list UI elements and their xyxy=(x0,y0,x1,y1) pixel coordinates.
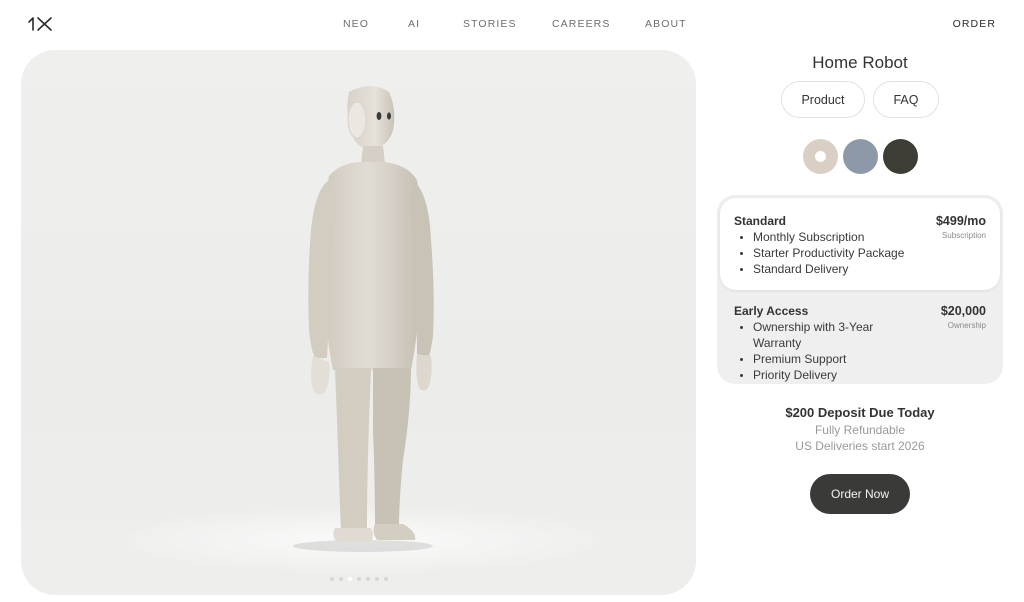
carousel-dot[interactable] xyxy=(374,577,379,581)
selected-indicator-icon xyxy=(814,151,826,162)
plan-option-standard[interactable]: Standard Monthly Subscription Starter Pr… xyxy=(720,198,1000,290)
plan-option-early-access[interactable]: Early Access Ownership with 3-Year Warra… xyxy=(720,290,1000,383)
list-item: Standard Delivery xyxy=(734,261,916,277)
tab-product[interactable]: Product xyxy=(781,81,865,118)
tab-faq[interactable]: FAQ xyxy=(873,81,939,118)
product-tabs: Product FAQ xyxy=(717,81,1003,118)
list-item: Starter Productivity Package xyxy=(734,245,916,261)
nav-link-neo[interactable]: NEO xyxy=(343,18,369,30)
plan-price: $499/mo xyxy=(935,214,986,228)
nav-link-about[interactable]: ABOUT xyxy=(645,18,687,30)
plan-name: Early Access xyxy=(734,304,809,318)
nav-link-stories[interactable]: STORIES xyxy=(463,18,517,30)
list-item: Monthly Subscription xyxy=(734,229,916,245)
carousel-dot[interactable] xyxy=(383,577,388,581)
delivery-note: US Deliveries start 2026 xyxy=(795,439,925,453)
color-swatch-blue-grey[interactable] xyxy=(842,139,878,174)
plan-type: Subscription xyxy=(941,231,986,240)
list-item: Ownership with 3-Year Warranty xyxy=(734,319,916,351)
color-swatches xyxy=(717,139,1003,174)
product-title: Home Robot xyxy=(812,53,908,72)
plan-price: $20,000 xyxy=(940,304,986,318)
list-item: Premium Support xyxy=(734,351,916,367)
carousel-dot[interactable] xyxy=(365,577,370,581)
plan-type: Ownership xyxy=(947,321,986,330)
carousel-dots xyxy=(21,577,696,583)
nav-link-ai[interactable]: AI xyxy=(408,18,420,30)
carousel-dot[interactable] xyxy=(356,577,361,581)
plan-features: Monthly Subscription Starter Productivit… xyxy=(734,229,916,277)
plan-name: Standard xyxy=(734,214,787,228)
color-swatch-beige[interactable] xyxy=(802,139,838,174)
deposit-title: $200 Deposit Due Today xyxy=(785,405,935,420)
plan-features: Ownership with 3-Year Warranty Premium S… xyxy=(734,319,916,383)
list-item: Priority Delivery xyxy=(734,367,916,383)
color-swatch-dark-olive[interactable] xyxy=(882,139,918,174)
carousel-dot[interactable] xyxy=(338,577,343,581)
plan-selector: Standard Monthly Subscription Starter Pr… xyxy=(717,195,1003,384)
header-order-link[interactable]: ORDER xyxy=(953,18,996,30)
deposit-info: $200 Deposit Due Today Fully Refundable … xyxy=(717,404,1003,454)
order-now-button[interactable]: Order Now xyxy=(810,474,910,514)
site-header: NEO AI STORIES CAREERS ABOUT ORDER xyxy=(0,0,1024,48)
nav-link-careers[interactable]: CAREERS xyxy=(552,18,610,30)
refund-note: Fully Refundable xyxy=(814,423,906,437)
carousel-dot[interactable] xyxy=(329,577,334,581)
product-image-stage[interactable] xyxy=(21,50,696,595)
carousel-dot-active[interactable] xyxy=(347,577,352,581)
humanoid-robot-image xyxy=(293,86,434,552)
main-nav: NEO AI STORIES CAREERS ABOUT xyxy=(0,18,1024,32)
